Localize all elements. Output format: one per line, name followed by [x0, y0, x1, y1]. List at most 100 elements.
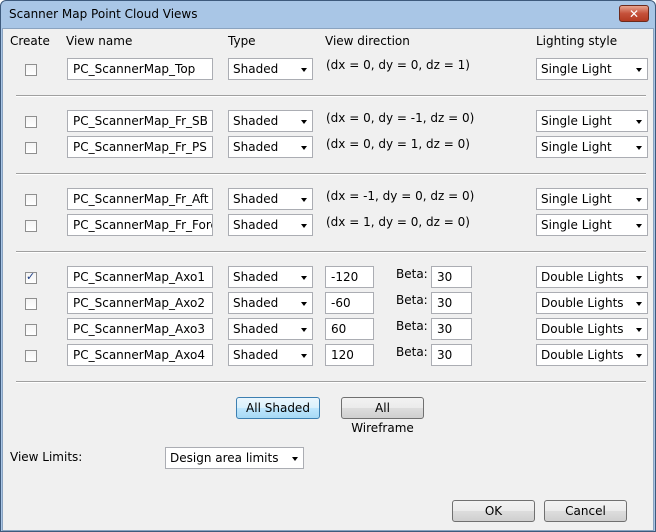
header-lighting-style: Lighting style — [536, 34, 618, 48]
view-name-input-axo4[interactable]: PC_ScannerMap_Axo4 — [67, 344, 213, 366]
beta-input-axo3[interactable]: 30 — [431, 318, 472, 340]
lighting-value: Single Light — [541, 192, 612, 206]
chevron-down-icon — [636, 354, 642, 358]
lighting-value: Single Light — [541, 114, 612, 128]
chevron-down-icon — [301, 198, 307, 202]
type-value: Shaded — [233, 114, 279, 128]
dialog-window: Scanner Map Point Cloud Views ✕ Create V… — [0, 0, 656, 532]
lighting-value: Single Light — [541, 218, 612, 232]
lighting-value: Double Lights — [541, 270, 624, 284]
create-checkbox-axo4[interactable] — [25, 350, 37, 362]
type-dropdown-axo3[interactable]: Shaded — [228, 318, 313, 340]
alpha-input-axo2[interactable]: -60 — [325, 292, 374, 314]
view-name-input-axo1[interactable]: PC_ScannerMap_Axo1 — [67, 266, 213, 288]
chevron-down-icon — [636, 68, 642, 72]
alpha-input-axo1[interactable]: -120 — [325, 266, 374, 288]
chevron-down-icon — [301, 146, 307, 150]
ok-button[interactable]: OK — [452, 500, 535, 522]
chevron-down-icon — [301, 354, 307, 358]
create-checkbox-axo3[interactable] — [25, 324, 37, 336]
create-checkbox-fr-sb[interactable] — [25, 116, 37, 128]
view-direction-top: (dx = 0, dy = 0, dz = 1) — [326, 58, 470, 72]
header-view-direction: View direction — [325, 34, 410, 48]
chevron-down-icon — [636, 276, 642, 280]
create-checkbox-top[interactable] — [25, 64, 37, 76]
lighting-dropdown-fr-aft[interactable]: Single Light — [536, 188, 648, 210]
type-value: Shaded — [233, 296, 279, 310]
type-dropdown-fr-aft[interactable]: Shaded — [228, 188, 313, 210]
lighting-dropdown-axo2[interactable]: Double Lights — [536, 292, 648, 314]
view-name-input-axo2[interactable]: PC_ScannerMap_Axo2 — [67, 292, 213, 314]
view-name-input-fr-sb[interactable]: PC_ScannerMap_Fr_SB — [67, 110, 213, 132]
type-dropdown-fr-sb[interactable]: Shaded — [228, 110, 313, 132]
chevron-down-icon — [636, 120, 642, 124]
view-name-input-top[interactable]: PC_ScannerMap_Top — [67, 58, 213, 80]
create-checkbox-fr-aft[interactable] — [25, 194, 37, 206]
lighting-dropdown-axo4[interactable]: Double Lights — [536, 344, 648, 366]
lighting-dropdown-axo3[interactable]: Double Lights — [536, 318, 648, 340]
chevron-down-icon — [301, 276, 307, 280]
type-value: Shaded — [233, 192, 279, 206]
header-create: Create — [10, 34, 50, 48]
beta-label: Beta: — [396, 319, 428, 333]
window-title: Scanner Map Point Cloud Views — [9, 7, 198, 21]
separator — [16, 95, 646, 97]
alpha-input-axo4[interactable]: 120 — [325, 344, 374, 366]
view-name-input-fr-ps[interactable]: PC_ScannerMap_Fr_PS — [67, 136, 213, 158]
view-direction-fr-sb: (dx = 0, dy = -1, dz = 0) — [326, 111, 475, 125]
create-checkbox-fr-fore[interactable] — [25, 220, 37, 232]
view-name-input-fr-fore[interactable]: PC_ScannerMap_Fr_Fore — [67, 214, 213, 236]
beta-label: Beta: — [396, 267, 428, 281]
type-dropdown-axo4[interactable]: Shaded — [228, 344, 313, 366]
separator — [16, 251, 646, 253]
chevron-down-icon — [636, 224, 642, 228]
lighting-dropdown-fr-ps[interactable]: Single Light — [536, 136, 648, 158]
lighting-dropdown-fr-sb[interactable]: Single Light — [536, 110, 648, 132]
separator — [16, 173, 646, 175]
alpha-input-axo3[interactable]: 60 — [325, 318, 374, 340]
lighting-value: Single Light — [541, 62, 612, 76]
separator — [16, 381, 646, 383]
create-checkbox-axo1[interactable] — [25, 270, 37, 284]
lighting-value: Double Lights — [541, 322, 624, 336]
type-value: Shaded — [233, 140, 279, 154]
close-button[interactable]: ✕ — [619, 5, 649, 22]
cancel-button[interactable]: Cancel — [544, 500, 627, 522]
beta-input-axo1[interactable]: 30 — [431, 266, 472, 288]
type-value: Shaded — [233, 218, 279, 232]
view-name-input-fr-aft[interactable]: PC_ScannerMap_Fr_Aft — [67, 188, 213, 210]
view-direction-fr-ps: (dx = 0, dy = 1, dz = 0) — [326, 137, 470, 151]
view-limits-label: View Limits: — [10, 450, 83, 464]
all-shaded-button[interactable]: All Shaded — [236, 397, 320, 419]
create-checkbox-fr-ps[interactable] — [25, 142, 37, 154]
lighting-value: Double Lights — [541, 296, 624, 310]
dialog-client-area: Create View name Type View direction Lig… — [2, 28, 654, 531]
view-limits-dropdown[interactable]: Design area limits — [165, 447, 304, 469]
view-direction-fr-fore: (dx = 1, dy = 0, dz = 0) — [326, 215, 470, 229]
type-dropdown-fr-fore[interactable]: Shaded — [228, 214, 313, 236]
all-wireframe-button[interactable]: All Wireframe — [341, 397, 424, 435]
type-dropdown-axo2[interactable]: Shaded — [228, 292, 313, 314]
lighting-value: Double Lights — [541, 348, 624, 362]
chevron-down-icon — [301, 68, 307, 72]
create-checkbox-axo2[interactable] — [25, 298, 37, 310]
title-bar[interactable]: Scanner Map Point Cloud Views ✕ — [1, 1, 655, 27]
chevron-down-icon — [636, 198, 642, 202]
type-dropdown-top[interactable]: Shaded — [228, 58, 313, 80]
type-dropdown-axo1[interactable]: Shaded — [228, 266, 313, 288]
type-dropdown-fr-ps[interactable]: Shaded — [228, 136, 313, 158]
type-value: Shaded — [233, 348, 279, 362]
lighting-dropdown-top[interactable]: Single Light — [536, 58, 648, 80]
type-value: Shaded — [233, 62, 279, 76]
beta-input-axo2[interactable]: 30 — [431, 292, 472, 314]
lighting-dropdown-fr-fore[interactable]: Single Light — [536, 214, 648, 236]
header-type: Type — [228, 34, 256, 48]
beta-input-axo4[interactable]: 30 — [431, 344, 472, 366]
chevron-down-icon — [301, 224, 307, 228]
view-name-input-axo3[interactable]: PC_ScannerMap_Axo3 — [67, 318, 213, 340]
view-limits-value: Design area limits — [170, 451, 279, 465]
lighting-dropdown-axo1[interactable]: Double Lights — [536, 266, 648, 288]
beta-label: Beta: — [396, 345, 428, 359]
type-value: Shaded — [233, 322, 279, 336]
lighting-value: Single Light — [541, 140, 612, 154]
